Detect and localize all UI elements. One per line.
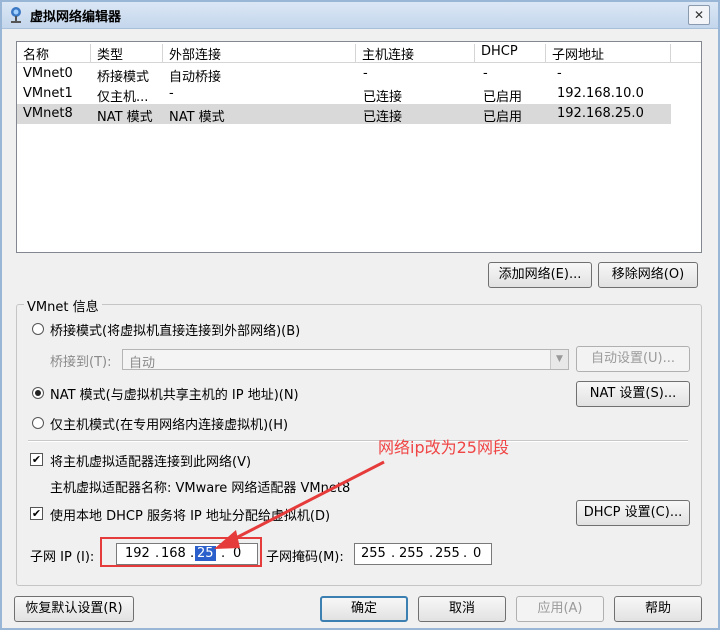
annotation-arrow-icon <box>214 460 385 549</box>
